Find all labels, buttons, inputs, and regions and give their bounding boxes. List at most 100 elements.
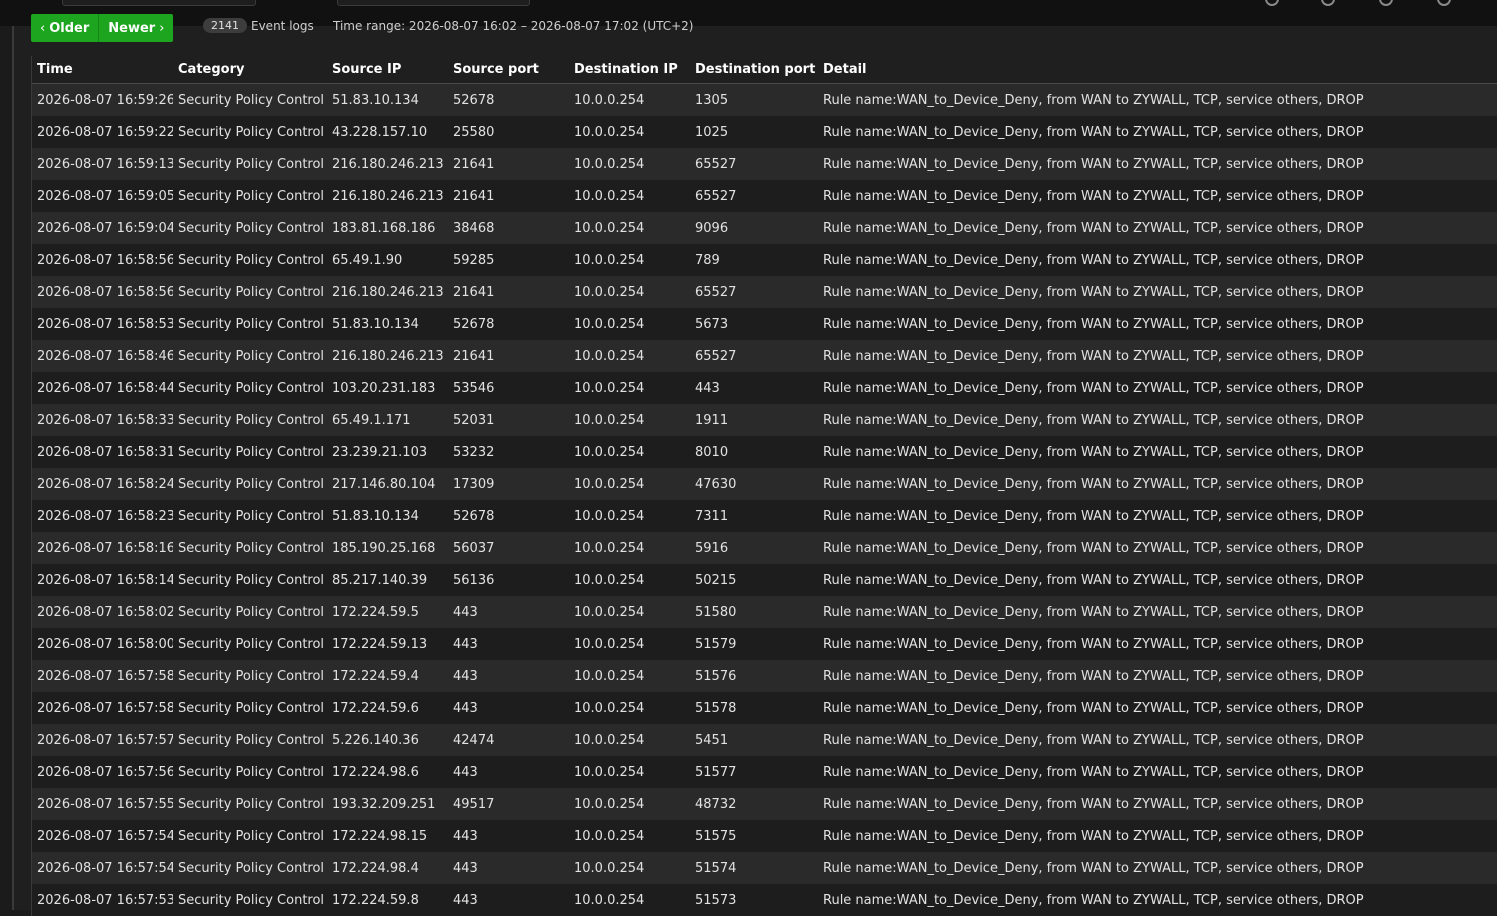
cell-category: Security Policy Control — [173, 244, 327, 276]
cell-destination-port: 9096 — [690, 212, 818, 244]
cell-time: 2026-08-07 16:58:23 — [32, 500, 173, 532]
cell-time: 2026-08-07 16:59:04 — [32, 212, 173, 244]
table-row[interactable]: 2026-08-07 16:59:26Security Policy Contr… — [32, 84, 1497, 117]
table-row[interactable]: 2026-08-07 16:58:56Security Policy Contr… — [32, 244, 1497, 276]
table-row[interactable]: 2026-08-07 16:57:56Security Policy Contr… — [32, 756, 1497, 788]
cell-time: 2026-08-07 16:58:00 — [32, 628, 173, 660]
cell-source-ip: 172.224.98.4 — [327, 852, 448, 884]
top-filter-field[interactable] — [62, 0, 256, 6]
cell-destination-port: 789 — [690, 244, 818, 276]
column-header-source-port[interactable]: Source port — [448, 56, 569, 84]
cell-source-port: 52678 — [448, 308, 569, 340]
cell-source-ip: 51.83.10.134 — [327, 500, 448, 532]
event-log-table: Time Category Source IP Source port Dest… — [31, 56, 1497, 916]
cell-detail: Rule name:WAN_to_Device_Deny, from WAN t… — [818, 436, 1497, 468]
table-row[interactable]: 2026-08-07 16:58:46Security Policy Contr… — [32, 340, 1497, 372]
table-row[interactable]: 2026-08-07 16:57:55Security Policy Contr… — [32, 788, 1497, 820]
table-row[interactable]: 2026-08-07 16:59:05Security Policy Contr… — [32, 180, 1497, 212]
cell-category: Security Policy Control — [173, 852, 327, 884]
column-header-destination-ip[interactable]: Destination IP — [569, 56, 690, 84]
table-row[interactable]: 2026-08-07 16:59:22Security Policy Contr… — [32, 116, 1497, 148]
cell-destination-ip: 10.0.0.254 — [569, 756, 690, 788]
cell-source-ip: 172.224.59.13 — [327, 628, 448, 660]
cell-detail: Rule name:WAN_to_Device_Deny, from WAN t… — [818, 404, 1497, 436]
table-row[interactable]: 2026-08-07 16:58:44Security Policy Contr… — [32, 372, 1497, 404]
notification-icon[interactable] — [1437, 0, 1451, 6]
cell-detail: Rule name:WAN_to_Device_Deny, from WAN t… — [818, 276, 1497, 308]
table-row[interactable]: 2026-08-07 16:57:54Security Policy Contr… — [32, 820, 1497, 852]
cell-time: 2026-08-07 16:59:26 — [32, 84, 173, 117]
cell-category: Security Policy Control — [173, 148, 327, 180]
cell-detail: Rule name:WAN_to_Device_Deny, from WAN t… — [818, 212, 1497, 244]
cell-destination-port: 5916 — [690, 532, 818, 564]
cell-category: Security Policy Control — [173, 596, 327, 628]
cell-source-port: 443 — [448, 756, 569, 788]
column-header-detail[interactable]: Detail — [818, 56, 1497, 84]
cell-time: 2026-08-07 16:57:55 — [32, 788, 173, 820]
newer-button[interactable]: Newer › — [99, 14, 173, 42]
table-row[interactable]: 2026-08-07 16:57:58Security Policy Contr… — [32, 692, 1497, 724]
table-row[interactable]: 2026-08-07 16:58:14Security Policy Contr… — [32, 564, 1497, 596]
cell-detail: Rule name:WAN_to_Device_Deny, from WAN t… — [818, 692, 1497, 724]
search-icon[interactable] — [1265, 0, 1279, 6]
cell-detail: Rule name:WAN_to_Device_Deny, from WAN t… — [818, 372, 1497, 404]
column-header-source-ip[interactable]: Source IP — [327, 56, 448, 84]
column-header-time[interactable]: Time — [32, 56, 173, 84]
table-row[interactable]: 2026-08-07 16:58:23Security Policy Contr… — [32, 500, 1497, 532]
user-icon[interactable] — [1379, 0, 1393, 6]
cell-destination-ip: 10.0.0.254 — [569, 148, 690, 180]
cell-destination-ip: 10.0.0.254 — [569, 628, 690, 660]
cell-time: 2026-08-07 16:58:33 — [32, 404, 173, 436]
cell-source-port: 52678 — [448, 500, 569, 532]
table-row[interactable]: 2026-08-07 16:57:58Security Policy Contr… — [32, 660, 1497, 692]
table-row[interactable]: 2026-08-07 16:58:53Security Policy Contr… — [32, 308, 1497, 340]
cell-source-ip: 193.32.209.251 — [327, 788, 448, 820]
table-row[interactable]: 2026-08-07 16:57:54Security Policy Contr… — [32, 852, 1497, 884]
older-button[interactable]: ‹ Older — [31, 14, 98, 42]
table-row[interactable]: 2026-08-07 16:58:56Security Policy Contr… — [32, 276, 1497, 308]
table-row[interactable]: 2026-08-07 16:58:33Security Policy Contr… — [32, 404, 1497, 436]
column-header-category[interactable]: Category — [173, 56, 327, 84]
table-row[interactable]: 2026-08-07 16:59:04Security Policy Contr… — [32, 212, 1497, 244]
cell-category: Security Policy Control — [173, 308, 327, 340]
table-row[interactable]: 2026-08-07 16:58:16Security Policy Contr… — [32, 532, 1497, 564]
table-row[interactable]: 2026-08-07 16:58:24Security Policy Contr… — [32, 468, 1497, 500]
time-range-label: Time range: 2026-08-07 16:02 – 2026-08-0… — [333, 19, 694, 33]
cell-category: Security Policy Control — [173, 884, 327, 916]
cell-detail: Rule name:WAN_to_Device_Deny, from WAN t… — [818, 884, 1497, 916]
cell-destination-port: 65527 — [690, 180, 818, 212]
table-row[interactable]: 2026-08-07 16:58:02Security Policy Contr… — [32, 596, 1497, 628]
table-row[interactable]: 2026-08-07 16:58:00Security Policy Contr… — [32, 628, 1497, 660]
cell-destination-ip: 10.0.0.254 — [569, 692, 690, 724]
cell-source-port: 53546 — [448, 372, 569, 404]
chevron-left-icon: ‹ — [40, 22, 45, 35]
cell-detail: Rule name:WAN_to_Device_Deny, from WAN t… — [818, 564, 1497, 596]
top-filter-field[interactable] — [337, 0, 530, 6]
cell-source-port: 21641 — [448, 180, 569, 212]
cell-source-ip: 65.49.1.90 — [327, 244, 448, 276]
cell-destination-ip: 10.0.0.254 — [569, 84, 690, 117]
cell-time: 2026-08-07 16:58:53 — [32, 308, 173, 340]
pager: ‹ Older Newer › — [31, 14, 173, 42]
table-row[interactable]: 2026-08-07 16:57:57Security Policy Contr… — [32, 724, 1497, 756]
cell-source-port: 42474 — [448, 724, 569, 756]
cell-time: 2026-08-07 16:59:05 — [32, 180, 173, 212]
cell-source-port: 21641 — [448, 148, 569, 180]
cell-category: Security Policy Control — [173, 820, 327, 852]
cell-destination-ip: 10.0.0.254 — [569, 500, 690, 532]
cell-destination-ip: 10.0.0.254 — [569, 660, 690, 692]
table-row[interactable]: 2026-08-07 16:59:13Security Policy Contr… — [32, 148, 1497, 180]
cell-source-port: 443 — [448, 820, 569, 852]
table-row[interactable]: 2026-08-07 16:58:31Security Policy Contr… — [32, 436, 1497, 468]
cell-destination-port: 65527 — [690, 276, 818, 308]
help-icon[interactable] — [1321, 0, 1335, 6]
cell-destination-port: 443 — [690, 372, 818, 404]
newer-label: Newer — [108, 21, 155, 36]
cell-destination-port: 65527 — [690, 148, 818, 180]
cell-destination-ip: 10.0.0.254 — [569, 468, 690, 500]
cell-source-ip: 172.224.98.15 — [327, 820, 448, 852]
table-row[interactable]: 2026-08-07 16:57:53Security Policy Contr… — [32, 884, 1497, 916]
cell-category: Security Policy Control — [173, 788, 327, 820]
cell-destination-ip: 10.0.0.254 — [569, 340, 690, 372]
column-header-destination-port[interactable]: Destination port — [690, 56, 818, 84]
